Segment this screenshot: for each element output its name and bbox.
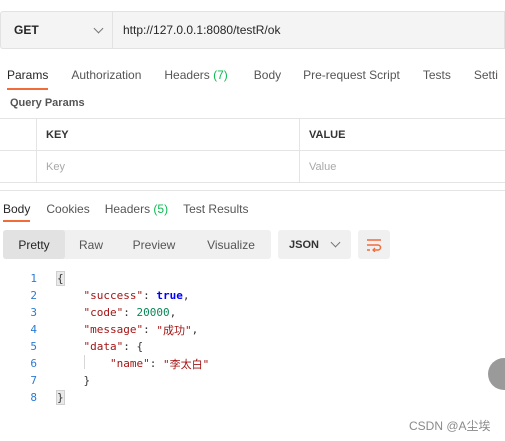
- response-tab-headers[interactable]: Headers (5): [105, 196, 168, 222]
- tab-headers[interactable]: Headers (7): [164, 60, 227, 90]
- close-brace: }: [56, 390, 65, 405]
- checkbox-column: [0, 119, 37, 150]
- code-line: 3 "code": 20000,: [0, 304, 505, 321]
- line-number: 2: [30, 289, 37, 302]
- view-mode-switcher: Pretty Raw Preview Visualize: [3, 230, 271, 259]
- wrap-lines-icon: [367, 238, 382, 252]
- query-params-title: Query Params: [10, 97, 85, 109]
- open-brace: {: [56, 271, 65, 286]
- value-column-header: VALUE: [309, 128, 346, 141]
- key-column-header: KEY: [37, 119, 300, 150]
- response-body-editor[interactable]: 1{ 2 "success": true, 3 "code": 20000, 4…: [0, 270, 505, 406]
- method-label: GET: [14, 23, 39, 37]
- code-line: 5 "data": {: [0, 338, 505, 355]
- key-input[interactable]: Key: [37, 151, 300, 182]
- line-number: 3: [30, 306, 37, 319]
- params-header-row: KEY VALUE: [0, 119, 505, 151]
- line-number: 6: [30, 357, 37, 370]
- format-label: JSON: [289, 238, 319, 251]
- response-tab-body[interactable]: Body: [3, 196, 31, 222]
- tab-authorization[interactable]: Authorization: [71, 60, 141, 90]
- method-select[interactable]: GET: [0, 11, 112, 49]
- tab-settings[interactable]: Setti: [474, 60, 498, 90]
- view-mode-pretty[interactable]: Pretty: [3, 230, 65, 259]
- watermark: CSDN @A尘埃: [409, 419, 491, 433]
- indent-guide: [84, 355, 85, 369]
- code-line: 6 "name": "李太白": [0, 355, 505, 372]
- line-number: 7: [30, 374, 37, 387]
- view-mode-visualize[interactable]: Visualize: [191, 230, 271, 259]
- format-select[interactable]: JSON: [278, 230, 351, 259]
- line-number: 1: [30, 272, 37, 285]
- wrap-lines-button[interactable]: [358, 230, 390, 259]
- request-bar: GET http://127.0.0.1:8080/testR/ok: [0, 11, 505, 49]
- params-empty-row: Key Value: [0, 151, 505, 183]
- line-number: 5: [30, 340, 37, 353]
- row-checkbox-cell: [0, 151, 37, 182]
- tab-body[interactable]: Body: [254, 60, 281, 90]
- tab-pre-request-script[interactable]: Pre-request Script: [303, 60, 400, 90]
- tab-tests[interactable]: Tests: [423, 60, 451, 90]
- code-line: 7 }: [0, 372, 505, 389]
- value-input[interactable]: Value: [300, 151, 505, 182]
- headers-count: (7): [213, 68, 228, 82]
- line-number: 8: [30, 391, 37, 404]
- chevron-down-icon: [330, 237, 341, 248]
- code-line: 2 "success": true,: [0, 287, 505, 304]
- code-line: 8}: [0, 389, 505, 406]
- view-mode-preview[interactable]: Preview: [117, 230, 191, 259]
- response-tabs: Body Cookies Headers (5) Test Results: [0, 196, 248, 222]
- response-headers-count: (5): [153, 202, 169, 216]
- section-divider: [0, 190, 505, 191]
- line-number: 4: [30, 323, 37, 336]
- chevron-down-icon: [93, 23, 104, 33]
- params-table: KEY VALUE Key Value: [0, 118, 505, 183]
- code-line: 1{: [0, 270, 505, 287]
- request-tabs: Params Authorization Headers (7) Body Pr…: [0, 60, 505, 90]
- tab-params[interactable]: Params: [7, 60, 49, 90]
- response-tab-cookies[interactable]: Cookies: [46, 196, 89, 222]
- code-line: 4 "message": "成功",: [0, 321, 505, 338]
- response-tab-test-results[interactable]: Test Results: [183, 196, 248, 222]
- url-input[interactable]: http://127.0.0.1:8080/testR/ok: [112, 11, 505, 49]
- view-mode-raw[interactable]: Raw: [65, 230, 117, 259]
